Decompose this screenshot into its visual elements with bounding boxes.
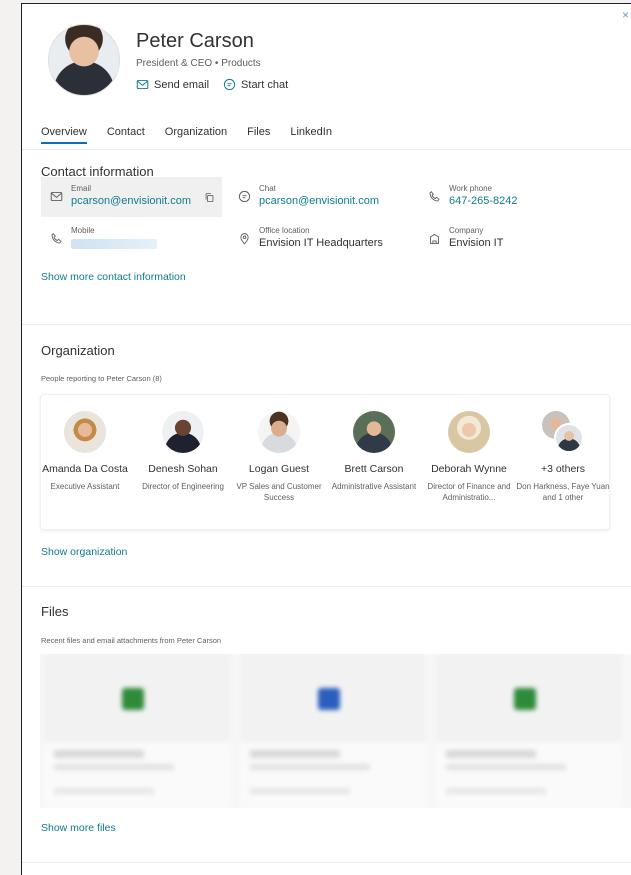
avatar	[353, 411, 395, 453]
profile-role: President & CEO • Products	[136, 58, 261, 69]
phone-icon	[51, 232, 62, 244]
email-field[interactable]: Email pcarson@envisionit.com	[50, 184, 191, 208]
office-location-label: Office location	[259, 226, 310, 235]
person-title: VP Sales and Customer Success	[236, 482, 322, 502]
chat-icon	[238, 190, 251, 203]
person-card[interactable]: Brett Carson Administrative Assistant	[326, 411, 422, 492]
profile-actions: Send email Start chat	[136, 78, 288, 91]
send-email-button[interactable]: Send email	[136, 78, 209, 91]
tabs-divider	[22, 149, 631, 150]
chat-value[interactable]: pcarson@envisionit.com	[259, 194, 379, 208]
files-list	[40, 654, 631, 808]
mail-icon	[136, 79, 149, 90]
tab-linkedin[interactable]: LinkedIn	[290, 126, 332, 144]
file-card[interactable]	[240, 654, 426, 808]
office-location-field: Office location Envision IT Headquarters	[238, 226, 383, 250]
person-name: Amanda Da Costa	[42, 463, 128, 475]
tab-contact[interactable]: Contact	[107, 126, 145, 144]
phone-icon	[429, 190, 440, 202]
profile-tabs: Overview Contact Organization Files Link…	[41, 126, 332, 144]
chat-icon	[223, 78, 236, 91]
section-divider	[22, 586, 631, 587]
location-icon	[240, 233, 249, 245]
files-section-title: Files	[41, 604, 69, 619]
others-names: Don Harkness, Faye Yuan and 1 other	[516, 482, 610, 502]
send-email-label: Send email	[154, 78, 210, 91]
section-divider	[22, 324, 631, 325]
tab-organization[interactable]: Organization	[165, 126, 227, 144]
file-type-icon	[318, 688, 340, 710]
profile-name: Peter Carson	[136, 30, 254, 52]
profile-avatar	[48, 24, 120, 96]
others-card[interactable]: +3 others Don Harkness, Faye Yuan and 1 …	[515, 411, 611, 503]
org-people-list: Amanda Da Costa Executive Assistant Dene…	[40, 394, 610, 530]
mobile-value-redacted	[71, 239, 157, 249]
company-label: Company	[449, 226, 484, 235]
person-name: Brett Carson	[344, 463, 404, 475]
file-card[interactable]	[436, 654, 622, 808]
chat-label: Chat	[259, 184, 276, 193]
avatar	[258, 411, 300, 453]
show-organization-link[interactable]: Show organization	[41, 546, 127, 558]
company-field: Company Envision IT	[428, 226, 503, 250]
person-title: Executive Assistant	[50, 482, 120, 491]
start-chat-label: Start chat	[241, 78, 289, 91]
tab-overview[interactable]: Overview	[41, 126, 87, 144]
start-chat-button[interactable]: Start chat	[223, 78, 288, 91]
office-location-value: Envision IT Headquarters	[259, 237, 383, 249]
show-more-files-link[interactable]: Show more files	[41, 822, 116, 834]
mobile-label: Mobile	[71, 226, 95, 235]
company-value: Envision IT	[449, 237, 504, 249]
show-more-contact-link[interactable]: Show more contact information	[41, 271, 186, 283]
profile-card: × Peter Carson President & CEO • Product…	[21, 3, 631, 875]
person-card[interactable]: Logan Guest VP Sales and Customer Succes…	[231, 411, 327, 503]
avatar-stack	[542, 411, 584, 453]
person-name: Logan Guest	[248, 463, 310, 475]
person-title: Administrative Assistant	[331, 482, 417, 491]
file-type-icon	[514, 688, 536, 710]
tab-files[interactable]: Files	[247, 126, 270, 144]
files-subtitle: Recent files and email attachments from …	[41, 636, 222, 645]
organization-subtitle: People reporting to Peter Carson (8)	[41, 374, 162, 383]
others-count: +3 others	[540, 463, 586, 475]
person-card[interactable]: Amanda Da Costa Executive Assistant	[37, 411, 133, 492]
avatar	[64, 411, 106, 453]
work-phone-value[interactable]: 647-265-8242	[449, 194, 518, 208]
section-divider	[22, 862, 631, 863]
close-icon[interactable]: ×	[622, 8, 629, 22]
work-phone-label: Work phone	[449, 184, 492, 193]
email-label: Email	[71, 184, 92, 193]
person-card[interactable]: Denesh Sohan Director of Engineering	[135, 411, 231, 492]
person-title: Director of Finance and Administratio...	[427, 482, 511, 502]
avatar	[554, 423, 584, 453]
work-phone-field[interactable]: Work phone 647-265-8242	[428, 184, 518, 208]
avatar	[448, 411, 490, 453]
file-card[interactable]	[44, 654, 230, 808]
person-name: Deborah Wynne	[431, 463, 507, 475]
chat-field[interactable]: Chat pcarson@envisionit.com	[238, 184, 379, 208]
organization-section-title: Organization	[41, 343, 115, 358]
file-type-icon	[122, 688, 144, 710]
mail-icon	[50, 191, 63, 202]
person-card[interactable]: Deborah Wynne Director of Finance and Ad…	[421, 411, 517, 503]
person-name: Denesh Sohan	[148, 463, 218, 475]
mobile-field[interactable]: Mobile	[50, 226, 157, 249]
copy-icon[interactable]	[204, 192, 215, 203]
avatar	[162, 411, 204, 453]
person-title: Director of Engineering	[142, 482, 224, 491]
building-icon	[429, 233, 440, 244]
email-value[interactable]: pcarson@envisionit.com	[71, 194, 191, 208]
